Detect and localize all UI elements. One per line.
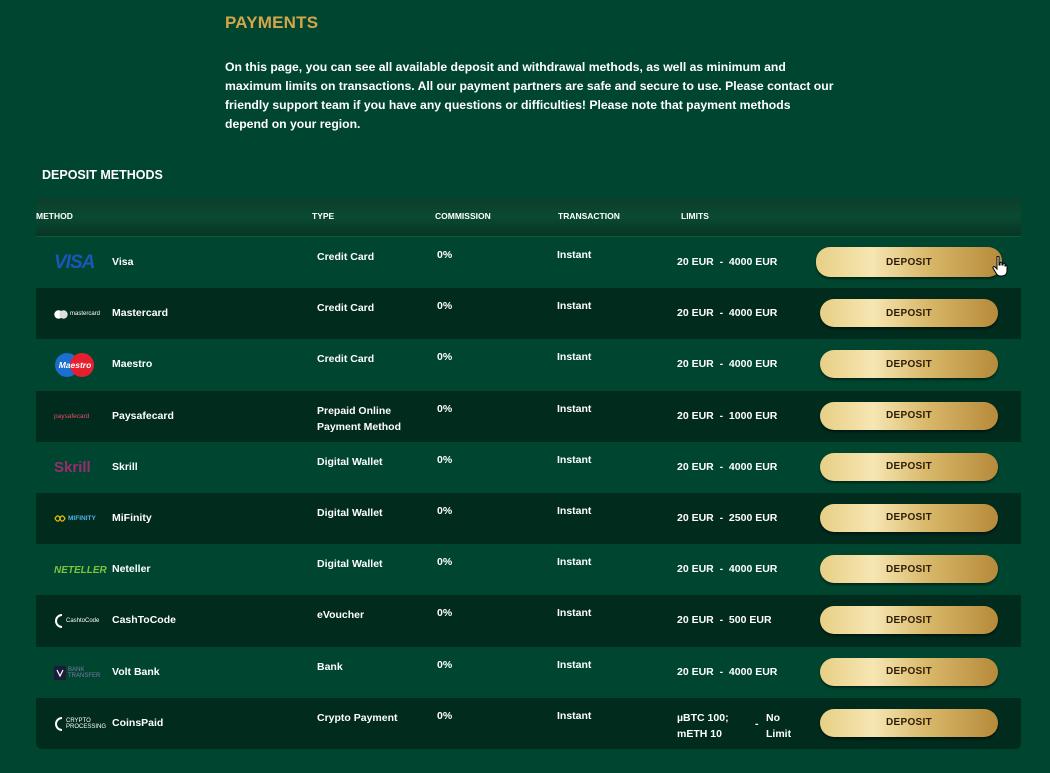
method-type: Credit Card	[317, 251, 375, 263]
table-row: MIFINITY MiFinity Digital Wallet 0% Inst…	[36, 492, 1021, 545]
method-type: Credit Card	[317, 302, 375, 315]
cashtocode-logo-icon: CashtoCode	[54, 612, 106, 630]
method-commission: 0%	[437, 556, 453, 569]
method-name: CashToCode	[112, 614, 176, 627]
intro-text: On this page, you can see all available …	[225, 60, 834, 131]
method-name: Paysafecard	[112, 409, 174, 422]
deposit-button[interactable]: DEPOSIT	[820, 657, 998, 686]
deposit-button[interactable]: DEPOSIT	[820, 401, 998, 430]
method-type: Bank	[317, 660, 343, 673]
table-row: Skrill Skrill Digital Wallet 0% Instant …	[36, 441, 1021, 493]
method-commission: 0%	[437, 658, 453, 671]
cashtocode-c-icon	[55, 614, 63, 629]
svg-text:Maestro: Maestro	[59, 360, 92, 370]
table-row: BANK TRANSFER Volt Bank Bank 0% Instant …	[36, 646, 1021, 698]
mifinity-logo-icon: MIFINITY	[54, 510, 106, 528]
header-commission: COMMISSION	[435, 211, 491, 221]
deposit-methods-table: METHOD TYPE COMMISSION TRANSACTION LIMIT…	[36, 198, 1021, 749]
method-limits-min: µBTC 100; mETH 10	[677, 711, 729, 740]
method-type: Digital Wallet	[317, 455, 383, 468]
page-title: PAYMENTS	[225, 13, 319, 32]
method-limits: 20 EUR - 4000 EUR	[677, 460, 778, 473]
deposit-button[interactable]: DEPOSIT	[820, 350, 998, 379]
method-name: Skrill	[112, 460, 138, 473]
method-transaction: Instant	[557, 658, 592, 671]
coinspaid-c-icon	[55, 716, 63, 731]
method-limits: 20 EUR - 4000 EUR	[677, 358, 778, 371]
method-limits: 20 EUR - 4000 EUR	[677, 665, 778, 678]
table-row: CashtoCode CashToCode eVoucher 0% Instan…	[36, 595, 1021, 647]
mastercard-circles-icon	[54, 309, 68, 319]
method-name: Mastercard	[112, 307, 169, 320]
hand-cursor-icon	[992, 256, 1008, 277]
deposit-methods-title: DEPOSIT METHODS	[42, 168, 163, 182]
method-limits: 20 EUR - 2500 EUR	[677, 511, 778, 524]
method-limits: 20 EUR - 4000 EUR	[677, 256, 778, 268]
method-limits: 20 EUR - 4000 EUR	[677, 563, 778, 576]
crypto-processing-logo-icon: CRYPTO PROCESSING	[54, 715, 106, 733]
table-row: mastercard Mastercard Credit Card 0% Ins…	[36, 288, 1021, 340]
skrill-logo-icon: Skrill	[54, 459, 91, 477]
table-row: NETELLER Neteller Digital Wallet 0% Inst…	[36, 544, 1021, 596]
bank-transfer-logo-icon: BANK TRANSFER	[54, 664, 106, 682]
deposit-button[interactable]: DEPOSIT	[820, 452, 998, 481]
method-limits: 20 EUR - 1000 EUR	[677, 409, 778, 422]
header-limits: LIMITS	[681, 211, 709, 221]
method-commission: 0%	[437, 709, 453, 722]
method-transaction: Instant	[557, 607, 592, 620]
method-name: CoinsPaid	[112, 716, 164, 729]
method-commission: 0%	[437, 453, 453, 466]
method-transaction: Instant	[557, 709, 592, 722]
deposit-button[interactable]: DEPOSIT	[820, 555, 998, 584]
deposit-button[interactable]: DEPOSIT	[816, 247, 1002, 277]
method-transaction: Instant	[557, 351, 592, 364]
method-commission: 0%	[437, 504, 453, 517]
method-commission: 0%	[437, 300, 453, 313]
method-name: Maestro	[112, 358, 153, 371]
method-transaction: Instant	[557, 504, 592, 517]
method-type: Crypto Payment	[317, 711, 398, 724]
mifinity-infinity-icon	[54, 515, 66, 523]
method-commission: 0%	[437, 607, 453, 620]
method-name: Volt Bank	[112, 665, 160, 678]
volt-shield-icon	[54, 665, 66, 680]
header-method: METHOD	[36, 211, 73, 221]
table-row: VISA Visa Credit Card 0% Instant 20 EUR …	[36, 237, 1021, 289]
table-header: METHOD TYPE COMMISSION TRANSACTION LIMIT…	[36, 198, 1021, 237]
method-commission: 0%	[437, 351, 453, 364]
method-name: Neteller	[112, 563, 151, 576]
header-type: TYPE	[312, 211, 335, 221]
maestro-logo-icon: Maestro	[54, 352, 106, 378]
deposit-button[interactable]: DEPOSIT	[820, 503, 998, 532]
method-transaction: Instant	[557, 249, 592, 261]
method-type: Digital Wallet	[317, 558, 383, 571]
method-type: eVoucher	[317, 609, 365, 622]
method-limits-max: No Limit	[766, 711, 792, 740]
deposit-button[interactable]: DEPOSIT	[820, 606, 998, 635]
method-commission: 0%	[437, 249, 453, 261]
table-row: paysafecard Paysafecard Prepaid Online P…	[36, 390, 1021, 442]
method-transaction: Instant	[557, 556, 592, 569]
method-type: Digital Wallet	[317, 506, 383, 519]
method-type: Prepaid Online Payment Method	[317, 404, 402, 433]
visa-logo-icon: VISA	[54, 252, 95, 273]
method-limits: 20 EUR - 500 EUR	[677, 614, 772, 627]
method-transaction: Instant	[557, 453, 592, 466]
paysafecard-logo-icon: paysafecard	[54, 413, 90, 421]
deposit-button[interactable]: DEPOSIT	[820, 299, 998, 328]
header-transaction: TRANSACTION	[558, 211, 620, 221]
method-name: Visa	[112, 256, 134, 268]
method-limits-dash: -	[755, 717, 759, 730]
table-row: Maestro Maestro Credit Card 0% Instant 2…	[36, 339, 1021, 391]
method-type: Credit Card	[317, 353, 375, 366]
method-transaction: Instant	[557, 402, 592, 415]
table-row: CRYPTO PROCESSING CoinsPaid Crypto Payme…	[36, 697, 1021, 749]
method-limits: 20 EUR - 4000 EUR	[677, 307, 778, 320]
deposit-button[interactable]: DEPOSIT	[820, 708, 998, 737]
mastercard-logo-icon: mastercard	[54, 305, 106, 323]
method-transaction: Instant	[557, 300, 592, 313]
neteller-logo-icon: NETELLER	[54, 564, 107, 576]
method-name: MiFinity	[112, 511, 152, 524]
method-commission: 0%	[437, 402, 453, 415]
